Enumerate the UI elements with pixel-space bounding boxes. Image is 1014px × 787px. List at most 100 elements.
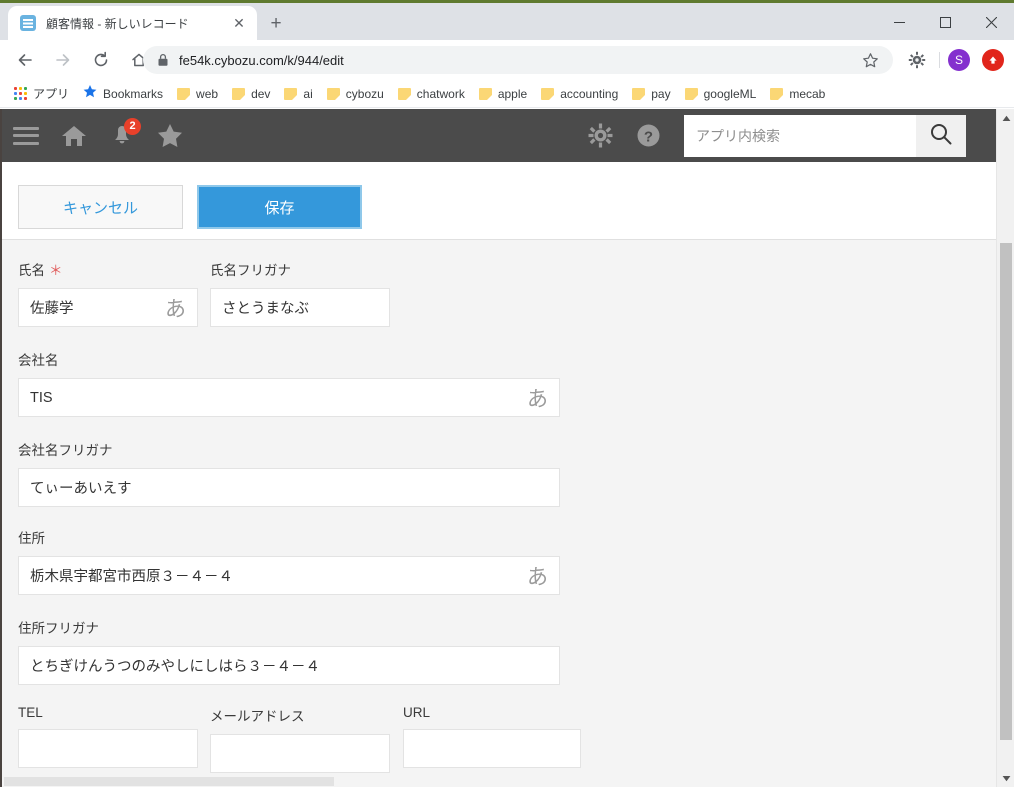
field-address: 住所栃木県宇都宮市西原３－４－４ あ xyxy=(18,527,560,595)
field-input-name[interactable]: 佐藤学 あ xyxy=(18,288,198,327)
vertical-scrollbar-thumb[interactable] xyxy=(1000,243,1012,740)
forward-arrow-icon[interactable] xyxy=(48,45,78,75)
field-input-email[interactable] xyxy=(210,734,390,773)
scroll-down-arrow-icon[interactable] xyxy=(997,769,1014,787)
browser-toolbar: fe54k.cybozu.com/k/944/edit S xyxy=(0,40,1014,80)
help-question-icon[interactable]: ? xyxy=(624,109,672,162)
profile-avatar[interactable]: S xyxy=(948,49,970,71)
bookmark-googleml[interactable]: googleML xyxy=(679,83,763,105)
bookmark-pay[interactable]: pay xyxy=(626,83,676,105)
bookmark--[interactable]: アプリ xyxy=(8,83,75,105)
bookmark-chatwork[interactable]: chatwork xyxy=(392,83,471,105)
field-label-name-furigana: 氏名フリガナ xyxy=(210,263,291,278)
puzzle-icon[interactable] xyxy=(903,46,931,74)
bookmark-label: googleML xyxy=(703,86,757,101)
cancel-button[interactable]: キャンセル xyxy=(18,185,183,229)
bookmark-label: アプリ xyxy=(33,87,70,101)
svg-text:?: ? xyxy=(643,129,652,146)
bookmark-label: web xyxy=(196,86,219,101)
field-value-company: TIS xyxy=(30,389,53,406)
field-input-name-furigana[interactable]: さとうまなぶ xyxy=(210,288,390,327)
favorites-star-icon[interactable] xyxy=(146,109,194,162)
bookmark-dev[interactable]: dev xyxy=(226,83,276,105)
notification-bell-icon[interactable]: 2 xyxy=(98,109,146,162)
folder-icon xyxy=(326,87,340,100)
tab-title: 顧客情報 - 新しいレコード xyxy=(46,16,189,31)
ime-indicator-company: あ xyxy=(527,386,548,411)
horizontal-scrollbar[interactable] xyxy=(2,775,996,787)
bookmark-accounting[interactable]: accounting xyxy=(535,83,624,105)
field-name: 氏名＊ 佐藤学 あ xyxy=(18,259,198,327)
app-header: 2 ? xyxy=(2,109,996,162)
field-value-name-furigana: さとうまなぶ xyxy=(222,301,309,317)
field-input-tel[interactable] xyxy=(18,729,198,768)
bookmark-mecab[interactable]: mecab xyxy=(764,83,831,105)
field-label-company: 会社名 xyxy=(18,353,59,368)
bookmark-web[interactable]: web xyxy=(171,83,224,105)
vertical-scrollbar[interactable] xyxy=(996,109,1014,787)
bookmark-label: cybozu xyxy=(345,86,384,101)
field-input-company-furigana[interactable]: てぃーあいえす xyxy=(18,468,560,507)
search-button[interactable] xyxy=(916,114,966,157)
field-label-address-furigana: 住所フリガナ xyxy=(18,621,99,636)
minimize-icon[interactable] xyxy=(876,6,922,38)
bookmark-label: mecab xyxy=(789,86,826,101)
folder-icon xyxy=(397,87,411,100)
field-input-company[interactable]: TIS あ xyxy=(18,378,560,417)
bookmark-label: apple xyxy=(497,86,528,101)
bookmark-ai[interactable]: ai xyxy=(278,83,318,105)
folder-icon xyxy=(284,87,298,100)
browser-tab[interactable]: 顧客情報 - 新しいレコード ✕ xyxy=(8,6,257,40)
folder-icon xyxy=(541,87,555,100)
horizontal-scrollbar-thumb[interactable] xyxy=(4,777,334,786)
bookmark-label: pay xyxy=(651,86,671,101)
apps-grid-icon xyxy=(14,87,27,100)
new-tab-button[interactable]: + xyxy=(266,14,286,34)
save-button[interactable]: 保存 xyxy=(197,185,362,229)
address-bar[interactable]: fe54k.cybozu.com/k/944/edit xyxy=(143,46,893,74)
bookmark-star-icon[interactable] xyxy=(862,52,879,74)
update-arrow-icon[interactable] xyxy=(982,49,1004,71)
close-icon[interactable] xyxy=(968,6,1014,38)
bookmark-label: accounting xyxy=(560,86,619,101)
toolbar-right-actions: S xyxy=(903,45,1014,75)
scroll-up-arrow-icon[interactable] xyxy=(997,109,1014,127)
back-arrow-icon[interactable] xyxy=(10,45,40,75)
field-company-furigana: 会社名フリガナてぃーあいえす xyxy=(18,439,560,507)
search-input[interactable] xyxy=(684,114,916,157)
settings-gear-icon[interactable] xyxy=(576,109,624,162)
reload-icon[interactable] xyxy=(86,45,116,75)
field-value-company-furigana: てぃーあいえす xyxy=(30,481,132,497)
field-address-furigana: 住所フリガナとちぎけんうつのみやしにしはら３－４－４ xyxy=(18,617,560,685)
record-action-bar: キャンセル 保存 xyxy=(2,162,996,240)
bookmark-bookmarks[interactable]: Bookmarks xyxy=(77,83,169,105)
bookmark-apple[interactable]: apple xyxy=(473,83,533,105)
folder-icon xyxy=(232,87,246,100)
browser-tabstrip: 顧客情報 - 新しいレコード ✕ + xyxy=(0,3,1014,40)
field-input-address[interactable]: 栃木県宇都宮市西原３－４－４ あ xyxy=(18,556,560,595)
field-label-company-furigana: 会社名フリガナ xyxy=(18,443,113,458)
lock-icon xyxy=(157,53,169,67)
folder-icon xyxy=(632,87,646,100)
bookmark-cybozu[interactable]: cybozu xyxy=(321,83,390,105)
field-label-address: 住所 xyxy=(18,531,45,546)
field-url: URL xyxy=(403,705,581,768)
close-icon[interactable]: ✕ xyxy=(231,15,247,31)
field-value-name: 佐藤学 xyxy=(30,301,74,317)
bookmark-label: chatwork xyxy=(416,86,465,101)
ime-indicator-name: あ xyxy=(165,296,186,321)
toolbar-divider xyxy=(939,52,940,68)
field-value-address-furigana: とちぎけんうつのみやしにしはら３－４－４ xyxy=(30,659,320,675)
required-marker: ＊ xyxy=(49,263,63,278)
maximize-icon[interactable] xyxy=(922,6,968,38)
field-value-address: 栃木県宇都宮市西原３－４－４ xyxy=(30,569,233,585)
window-controls xyxy=(876,6,1014,38)
field-input-address-furigana[interactable]: とちぎけんうつのみやしにしはら３－４－４ xyxy=(18,646,560,685)
home-icon[interactable] xyxy=(50,109,98,162)
hamburger-menu-icon[interactable] xyxy=(2,109,50,162)
field-input-url[interactable] xyxy=(403,729,581,768)
folder-icon xyxy=(478,87,492,100)
bookmark-label: Bookmarks xyxy=(103,86,164,101)
record-form: 氏名＊佐藤学あ氏名フリガナ さとうまなぶ 会社名 TIS あ会社名フリガナ てぃーあいえす… xyxy=(2,241,996,787)
folder-icon xyxy=(770,87,784,100)
